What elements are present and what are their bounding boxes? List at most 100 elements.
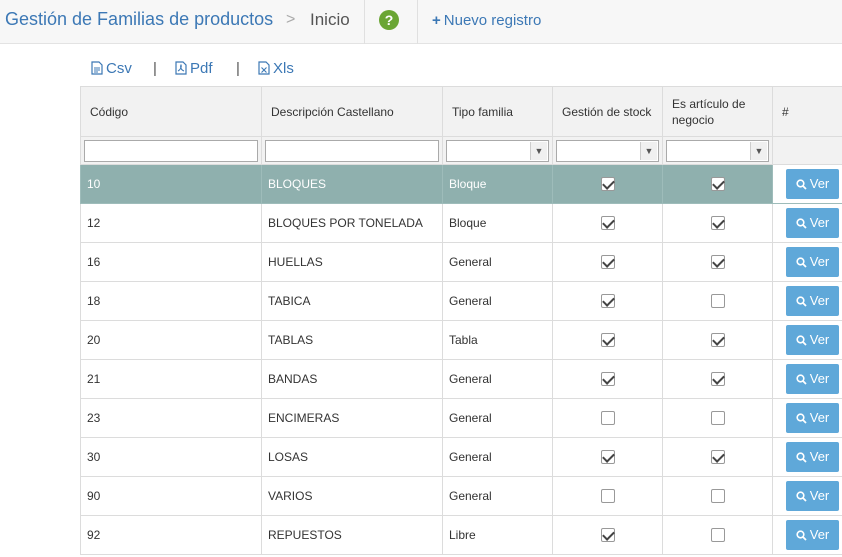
filter-tipo-select[interactable]: ▼ (446, 139, 549, 162)
export-xls-button[interactable]: Xls (258, 60, 294, 77)
file-pdf-icon (175, 61, 187, 75)
cell-stock (552, 515, 663, 555)
filter-codigo-input[interactable] (84, 139, 258, 162)
cell-descripcion: REPUESTOS (261, 515, 443, 555)
separator: | (236, 60, 240, 77)
export-pdf-label: Pdf (190, 60, 213, 77)
table-row[interactable]: 16 HUELLAS General Ver (80, 242, 842, 282)
ver-button[interactable]: Ver (786, 208, 839, 238)
divider (364, 0, 365, 44)
new-record-button[interactable]: + Nuevo registro (432, 12, 541, 29)
cell-tipo: General (442, 242, 553, 282)
search-icon (796, 257, 807, 268)
filter-negocio-select[interactable]: ▼ (666, 139, 769, 162)
filter-descripcion-input[interactable] (265, 139, 439, 162)
ver-button[interactable]: Ver (786, 286, 839, 316)
cell-stock (552, 203, 663, 243)
table-row[interactable]: 23 ENCIMERAS General Ver (80, 398, 842, 438)
cell-actions: Ver (772, 437, 842, 477)
new-record-label: Nuevo registro (443, 12, 542, 29)
page-title[interactable]: Gestión de Familias de productos (5, 9, 273, 30)
ver-button[interactable]: Ver (786, 169, 839, 199)
filter-stock-select[interactable]: ▼ (556, 139, 659, 162)
table-row[interactable]: 90 VARIOS General Ver (80, 476, 842, 516)
stock-checkbox (600, 177, 615, 192)
cell-stock (552, 242, 663, 282)
cell-descripcion: BLOQUES POR TONELADA (261, 203, 443, 243)
negocio-checkbox (710, 450, 725, 465)
ver-label: Ver (809, 254, 830, 269)
cell-stock (552, 281, 663, 321)
export-csv-button[interactable]: Csv (91, 60, 132, 77)
cell-descripcion: BANDAS (261, 359, 443, 399)
cell-stock (552, 164, 663, 204)
cell-tipo: Bloque (442, 203, 553, 243)
col-header-negocio[interactable]: Es artículo de negocio (662, 86, 773, 137)
cell-actions: Ver (772, 164, 842, 204)
table-row[interactable]: 21 BANDAS General Ver (80, 359, 842, 399)
cell-tipo: General (442, 359, 553, 399)
negocio-checkbox (710, 177, 725, 192)
negocio-checkbox (710, 333, 725, 348)
separator: | (153, 60, 157, 77)
cell-negocio (662, 476, 773, 516)
chevron-down-icon: ▼ (750, 141, 767, 160)
ver-button[interactable]: Ver (786, 403, 839, 433)
col-header-actions: # (772, 86, 842, 137)
cell-stock (552, 437, 663, 477)
cell-codigo: 92 (80, 515, 262, 555)
ver-button[interactable]: Ver (786, 325, 839, 355)
cell-tipo: General (442, 398, 553, 438)
ver-label: Ver (809, 371, 830, 386)
cell-tipo: General (442, 476, 553, 516)
cell-codigo: 90 (80, 476, 262, 516)
search-icon (796, 218, 807, 229)
cell-codigo: 21 (80, 359, 262, 399)
ver-button[interactable]: Ver (786, 364, 839, 394)
top-bar: Gestión de Familias de productos > Inici… (0, 0, 842, 44)
ver-button[interactable]: Ver (786, 442, 839, 472)
cell-codigo: 23 (80, 398, 262, 438)
negocio-checkbox (710, 216, 725, 231)
file-csv-icon (91, 61, 103, 75)
cell-negocio (662, 437, 773, 477)
cell-codigo: 16 (80, 242, 262, 282)
cell-descripcion: TABICA (261, 281, 443, 321)
cell-tipo: Bloque (442, 164, 553, 204)
cell-stock (552, 398, 663, 438)
table-row[interactable]: 18 TABICA General Ver (80, 281, 842, 321)
cell-codigo: 10 (80, 164, 262, 204)
search-icon (796, 374, 807, 385)
negocio-checkbox (710, 489, 725, 504)
ver-label: Ver (809, 293, 830, 308)
col-header-tipo[interactable]: Tipo familia (442, 86, 553, 137)
chevron-down-icon: ▼ (640, 141, 657, 160)
cell-descripcion: ENCIMERAS (261, 398, 443, 438)
cell-actions: Ver (772, 398, 842, 438)
table-row[interactable]: 30 LOSAS General Ver (80, 437, 842, 477)
col-header-stock[interactable]: Gestión de stock (552, 86, 663, 137)
col-header-codigo[interactable]: Código (80, 86, 262, 137)
cell-stock (552, 320, 663, 360)
table-row[interactable]: 10 BLOQUES Bloque Ver (80, 164, 842, 204)
table-row[interactable]: 92 REPUESTOS Libre Ver (80, 515, 842, 555)
cell-tipo: General (442, 437, 553, 477)
help-icon[interactable]: ? (379, 10, 399, 30)
cell-descripcion: VARIOS (261, 476, 443, 516)
breadcrumb-inicio[interactable]: Inicio (310, 10, 350, 30)
ver-button[interactable]: Ver (786, 247, 839, 277)
col-header-descripcion[interactable]: Descripción Castellano (261, 86, 443, 137)
export-xls-label: Xls (273, 60, 294, 77)
table-row[interactable]: 20 TABLAS Tabla Ver (80, 320, 842, 360)
search-icon (796, 530, 807, 541)
ver-label: Ver (809, 215, 830, 230)
cell-negocio (662, 281, 773, 321)
cell-tipo: General (442, 281, 553, 321)
table-row[interactable]: 12 BLOQUES POR TONELADA Bloque Ver (80, 203, 842, 243)
ver-label: Ver (809, 488, 830, 503)
ver-button[interactable]: Ver (786, 481, 839, 511)
families-grid: Código Descripción Castellano Tipo famil… (80, 86, 842, 555)
stock-checkbox (600, 528, 615, 543)
ver-button[interactable]: Ver (786, 520, 839, 550)
export-pdf-button[interactable]: Pdf (175, 60, 213, 77)
